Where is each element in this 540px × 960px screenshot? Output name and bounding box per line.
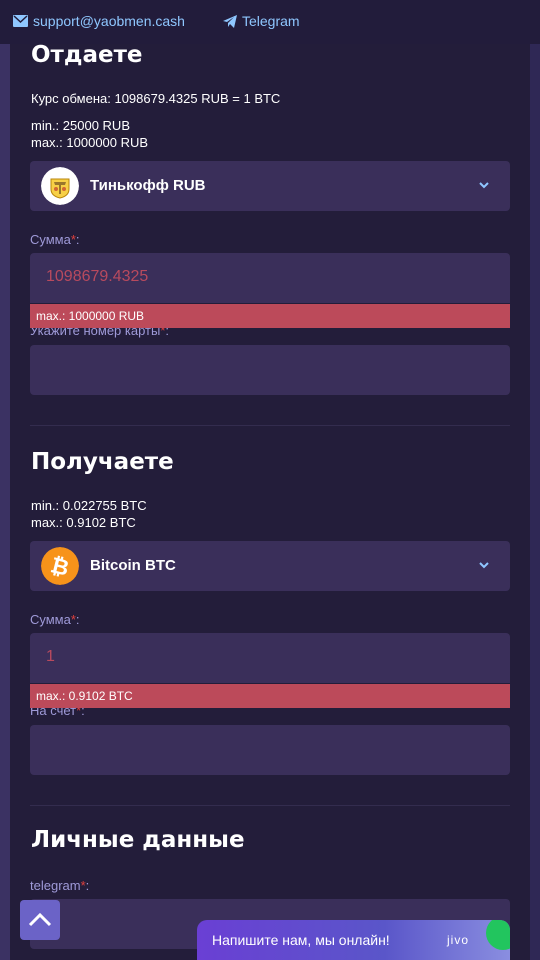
mail-icon <box>13 15 28 27</box>
give-min: min.: 25000 RUB <box>31 118 130 133</box>
chevron-up-icon <box>28 912 52 927</box>
get-amount-input[interactable]: 1 <box>30 633 510 683</box>
telegram-link[interactable]: Telegram <box>223 13 300 29</box>
account-input[interactable] <box>30 725 510 775</box>
give-section-title: Отдаете <box>31 42 143 68</box>
give-currency-name: Тинькофф RUB <box>90 177 206 194</box>
telegram-label: telegram*: <box>30 878 90 893</box>
chevron-down-icon <box>479 182 489 189</box>
get-amount-value: 1 <box>46 648 55 665</box>
bitcoin-logo-icon: ₿ <box>41 547 79 585</box>
chevron-down-icon <box>479 562 489 569</box>
get-currency-name: Bitcoin BTC <box>90 557 176 574</box>
give-amount-value: 1098679.4325 <box>46 268 149 285</box>
give-amount-label: Сумма*: <box>30 232 80 247</box>
support-email-link[interactable]: support@yaobmen.cash <box>13 13 185 29</box>
get-amount-error: max.: 0.9102 BTC <box>30 684 510 708</box>
exchange-rate: Курс обмена: 1098679.4325 RUB = 1 BTC <box>31 91 281 106</box>
page-background-right <box>530 0 540 960</box>
give-max: max.: 1000000 RUB <box>31 135 149 150</box>
leaf-icon <box>486 920 510 950</box>
chat-widget-text: Напишите нам, мы онлайн! <box>212 932 390 948</box>
give-amount-input[interactable]: 1098679.4325 <box>30 253 510 303</box>
chat-widget-button[interactable]: Напишите нам, мы онлайн! jivo <box>197 920 510 960</box>
tinkoff-logo-icon <box>41 167 79 205</box>
get-max: max.: 0.9102 BTC <box>31 515 136 530</box>
telegram-text: Telegram <box>242 13 300 29</box>
get-amount-label: Сумма*: <box>30 612 80 627</box>
section-divider <box>30 425 510 426</box>
get-section-title: Получаете <box>31 449 174 475</box>
scroll-to-top-button[interactable] <box>20 900 60 940</box>
support-email-text: support@yaobmen.cash <box>33 13 185 29</box>
chat-brand-logo: jivo <box>447 933 470 947</box>
card-number-input[interactable] <box>30 345 510 395</box>
personal-section-title: Личные данные <box>31 827 245 853</box>
top-contact-bar: support@yaobmen.cash Telegram <box>0 0 540 44</box>
get-currency-select[interactable]: ₿ Bitcoin BTC <box>30 541 510 591</box>
give-currency-select[interactable]: Тинькофф RUB <box>30 161 510 211</box>
section-divider <box>30 805 510 806</box>
telegram-icon <box>223 14 237 28</box>
page-background-left <box>0 0 10 960</box>
give-amount-error: max.: 1000000 RUB <box>30 304 510 328</box>
get-min: min.: 0.022755 BTC <box>31 498 147 513</box>
